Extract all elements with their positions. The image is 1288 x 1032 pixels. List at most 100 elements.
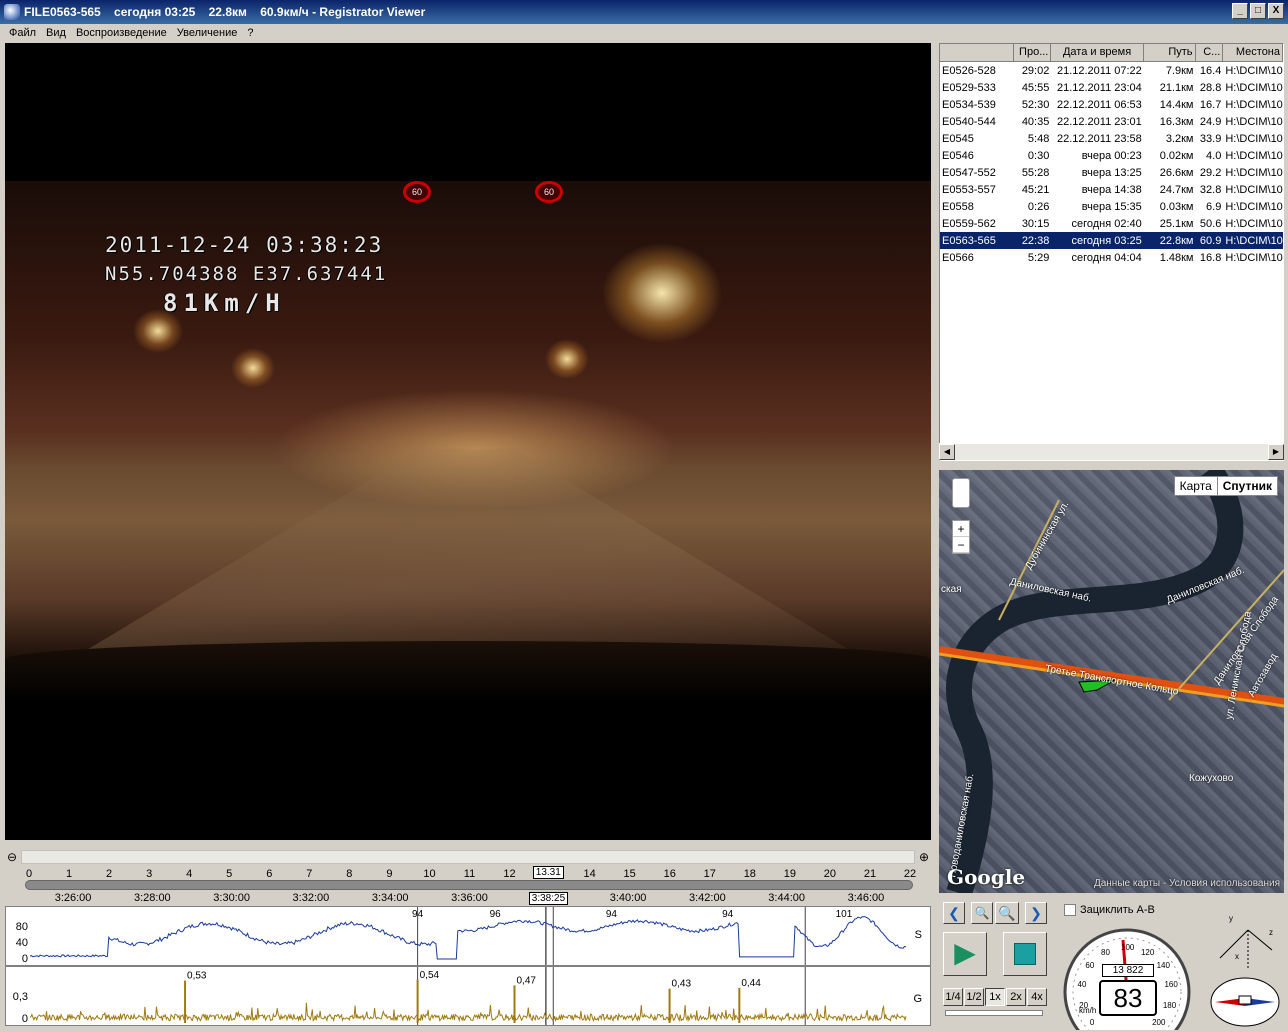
speed-half-button[interactable]: 1/2 [964,988,984,1006]
time-tick: 3:46:00 [847,892,885,904]
file-row[interactable]: E0553-557 45:21 вчера 14:38 24.7км 32.8 H:\DC… [940,181,1283,198]
axis-label: 40 [15,937,28,949]
column-path[interactable]: Путь [1143,44,1196,62]
compass-icon [1210,977,1280,1027]
loop-ab[interactable]: Зациклить A-B [1064,904,1155,916]
loop-checkbox[interactable] [1064,904,1076,916]
file-row[interactable]: E0526-528 29:02 21.12.2011 07:22 7.9км 16.4 H… [940,62,1283,79]
speed-2x-button[interactable]: 2x [1006,988,1026,1006]
file-location: H:\DCIM\10 [1225,234,1283,247]
minute-tick: 9 [386,868,393,880]
column-duration[interactable]: Про... [1013,44,1052,62]
file-datetime: вчера 14:38 [1081,183,1142,196]
speed-1x-button[interactable]: 1x [985,988,1005,1006]
speed-4x-button[interactable]: 4x [1027,988,1047,1006]
file-list-scrollbar[interactable]: ◀ ▶ [939,443,1284,460]
volume-slider[interactable] [945,1010,1043,1016]
file-avg-speed: 4.0 [1206,149,1222,162]
column-name[interactable] [940,44,1014,62]
column-speed[interactable]: С... [1195,44,1224,62]
play-icon[interactable]: ▶ [943,932,987,976]
next-icon[interactable]: ❯ [1025,902,1047,924]
satellite-button[interactable]: Спутник [1216,477,1277,495]
file-duration: 5:48 [1027,132,1050,145]
osd-speed: 81Km/H [163,289,286,317]
minute-tick: 0 [25,868,33,880]
gauge-mark: 140 [1156,961,1170,971]
menu-help[interactable]: ? [242,27,258,39]
gauge-mark: 100 [1121,943,1135,952]
g-force-line [29,1002,907,1023]
menu-file[interactable]: Файл [4,27,41,39]
file-row[interactable]: E0529-533 45:55 21.12.2011 23:04 21.1км 28.8… [940,79,1283,96]
cursor-time-label: 3:38:25 [528,892,569,905]
map-type-switch: Карта Спутник [1173,476,1278,496]
file-row[interactable]: E0545 5:48 22.12.2011 23:58 3.2км 33.9 H:\DCI… [940,130,1283,147]
column-location[interactable]: Местона [1223,44,1283,62]
minimize-button[interactable]: _ [1232,3,1248,19]
menu-view[interactable]: Вид [41,27,71,39]
timeline-scrollbar[interactable] [21,850,915,864]
zoom-out-icon[interactable]: ⊖ [7,850,17,864]
video-player[interactable]: 60 60 2011-12-24 03:38:23 N55.704388 E37… [5,43,931,840]
zoom-out-magnifier-icon[interactable]: 🔍 [971,902,993,924]
speed-sign: 60 [403,181,431,203]
axis-label: 0 [21,1013,28,1025]
map-zoom-in-button[interactable]: + [953,521,969,537]
speed-quarter-button[interactable]: 1/4 [943,988,963,1006]
window-buttons: _ □ X [1232,3,1284,19]
maximize-button[interactable]: □ [1250,3,1266,19]
file-row[interactable]: E0566 5:29 сегодня 04:04 1.48км 16.8 H:\DCIM\… [940,249,1283,266]
zoom-in-icon[interactable]: ⊕ [919,850,929,864]
file-row[interactable]: E0559-562 30:15 сегодня 02:40 25.1км 50.6 H:\… [940,215,1283,232]
previous-icon[interactable]: ❮ [943,902,965,924]
map-footer[interactable]: Данные карты - Условия использования [1094,878,1280,889]
seek-bar[interactable] [25,880,913,890]
speed-graph-plot: 94 96 94 94 101 [29,907,907,965]
file-row[interactable]: E0563-565 22:38 сегодня 03:25 22.8км 60.9 H:\… [940,232,1283,249]
file-row[interactable]: E0547-552 55:28 вчера 13:25 26.6км 29.2 H:\DC… [940,164,1283,181]
axis-y-label: y [1229,914,1233,923]
file-datetime: 21.12.2011 07:22 [1056,64,1142,77]
file-row[interactable]: E0558 0:26 вчера 15:35 0.03км 6.9 H:\DCIM\10 [940,198,1283,215]
file-list-header: Про... Дата и время Путь С... Местона [940,44,1283,62]
file-location: H:\DCIM\10 [1225,251,1283,264]
file-row[interactable]: E0534-539 52:30 22.12.2011 06:53 14.4км 16.7… [940,96,1283,113]
pegman-icon[interactable] [952,478,970,508]
stop-icon[interactable] [1003,932,1047,976]
map-button[interactable]: Карта [1175,477,1217,495]
file-name: E0559-562 [942,217,996,230]
close-button[interactable]: X [1268,3,1284,19]
gauge-mark: 160 [1164,980,1178,990]
file-avg-speed: 50.6 [1199,217,1222,230]
speed-graph[interactable]: 94 96 94 94 101 80 40 0 S [5,906,931,966]
file-duration: 29:02 [1021,64,1050,77]
map-zoom-out-button[interactable]: − [953,537,969,553]
file-location: H:\DCIM\10 [1225,200,1283,213]
time-tick: 3:40:00 [609,892,647,904]
file-name: E0563-565 [942,234,996,247]
g-force-graph[interactable]: 0,53 0,54 0,47 0,43 0,44 0,3 0 G [5,966,931,1026]
file-row[interactable]: E0540-544 40:35 22.12.2011 23:01 16.3км 24.9… [940,113,1283,130]
minute-tick: 22 [903,868,917,880]
file-location: H:\DCIM\10 [1225,217,1283,230]
file-name: E0547-552 [942,166,996,179]
menu-zoom[interactable]: Увеличение [172,27,243,39]
map-view[interactable]: + − Карта Спутник Дубининская ул. Данило… [939,470,1284,893]
file-avg-speed: 16.7 [1199,98,1222,111]
file-list-body: E0526-528 29:02 21.12.2011 07:22 7.9км 16.4 H… [940,62,1283,266]
map-label: ская [941,584,962,595]
file-distance: 21.1км [1159,81,1194,94]
scroll-left-icon[interactable]: ◀ [939,444,955,460]
scroll-right-icon[interactable]: ▶ [1268,444,1284,460]
minute-tick: 12 [503,868,516,880]
column-datetime[interactable]: Дата и время [1051,44,1144,62]
time-tick: 3:26:00 [54,892,92,904]
window-title: FILE0563-565 сегодня 03:25 22.8км 60.9км… [24,5,426,19]
file-avg-speed: 60.9 [1199,234,1222,247]
file-row[interactable]: E0546 0:30 вчера 00:23 0.02км 4.0 H:\DCIM\10 [940,147,1283,164]
menu-playback[interactable]: Воспроизведение [71,27,172,39]
timeline[interactable]: ⊖ ⊕ 012345678910111213141516171819202122… [5,848,931,906]
zoom-in-magnifier-icon[interactable]: 🔍 [995,902,1019,924]
file-datetime: сегодня 02:40 [1071,217,1142,230]
